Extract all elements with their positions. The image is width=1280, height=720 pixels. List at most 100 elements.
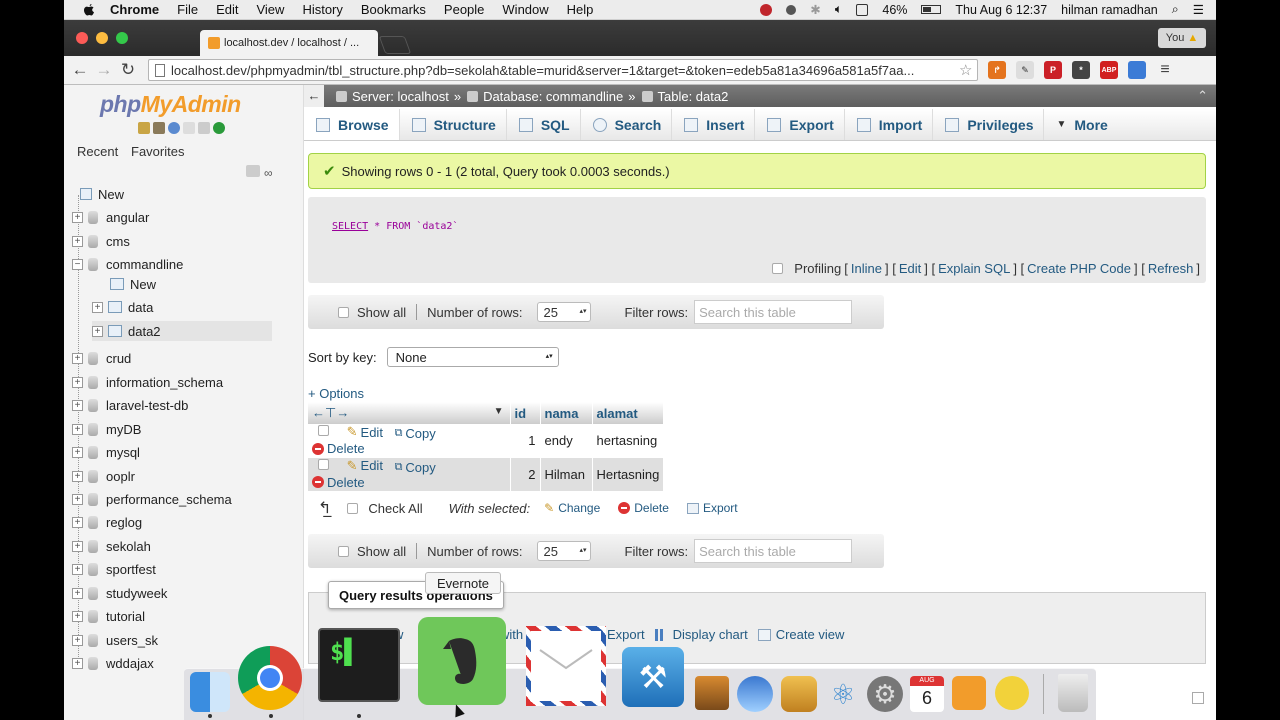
sidebar-db-performance-schema[interactable]: + performance_schema (72, 489, 232, 509)
collapse-all-icon[interactable] (246, 165, 260, 177)
airmail-icon[interactable] (526, 626, 606, 706)
expand-icon[interactable]: + (72, 470, 83, 482)
reload-button[interactable]: ↻ (116, 60, 140, 80)
show-all-checkbox[interactable] (338, 306, 349, 318)
display-icon[interactable] (856, 3, 869, 16)
system-preferences-icon[interactable]: ⚙ (867, 676, 903, 712)
tab-structure[interactable]: Structure (400, 109, 507, 140)
link-with-main-icon[interactable]: ∞ (264, 166, 273, 180)
sidebar-new-database[interactable]: New (80, 184, 124, 204)
expand-icon[interactable]: + (72, 610, 83, 622)
export-results-link[interactable]: Export (607, 627, 645, 642)
tab-sql[interactable]: SQL (507, 109, 581, 140)
coda-icon[interactable] (737, 676, 773, 712)
sidebar-db-mysql[interactable]: + mysql (72, 442, 140, 462)
create-php-code-link[interactable]: Create PHP Code (1027, 261, 1131, 276)
sql-select-keyword[interactable]: SELECT (332, 221, 368, 232)
new-tab-button[interactable] (378, 36, 412, 54)
status-icon[interactable] (786, 4, 797, 15)
tab-import[interactable]: Import (845, 109, 934, 140)
trash-icon[interactable] (1058, 674, 1088, 712)
sort-dropdown-icon[interactable]: ▼ (494, 406, 504, 417)
column-resize-icon[interactable]: ←⊤→ (312, 405, 349, 420)
edit-row-button[interactable]: ✎ Edit (347, 458, 383, 474)
evernote-icon[interactable] (418, 617, 506, 705)
bluetooth-icon[interactable]: ✱ (810, 2, 820, 17)
row-checkbox[interactable] (318, 458, 329, 470)
tab-favorites[interactable]: Favorites (128, 143, 187, 160)
expand-icon[interactable]: + (72, 516, 83, 528)
row-checkbox[interactable] (318, 425, 329, 436)
cell-alamat[interactable]: Hertasning (592, 457, 665, 491)
menu-help[interactable]: Help (567, 2, 594, 17)
edit-query-link[interactable]: Edit (899, 261, 921, 276)
edit-row-button[interactable]: ✎ Edit (347, 424, 383, 440)
logout-icon[interactable] (153, 122, 165, 134)
scroll-top-icon[interactable]: ⌃ (1197, 88, 1208, 104)
extension-pen-icon[interactable]: ✎ (1016, 61, 1034, 79)
bookmark-star-icon[interactable]: ☆ (959, 61, 977, 79)
show-all-label[interactable]: Show all (357, 305, 406, 320)
show-all-label[interactable]: Show all (357, 544, 406, 559)
volume-icon[interactable]: 🔈︎ (835, 2, 843, 17)
tab-search[interactable]: Search (581, 109, 673, 140)
sidebar-table-data2[interactable]: + data2 (92, 321, 272, 341)
menu-app-name[interactable]: Chrome (110, 2, 159, 17)
spotlight-icon[interactable]: ⌕ (1172, 2, 1179, 17)
chrome-menu-icon[interactable]: ≡ (1156, 61, 1174, 79)
swift-icon[interactable] (952, 676, 986, 710)
menu-file[interactable]: File (177, 2, 198, 17)
check-all-checkbox[interactable] (347, 502, 359, 514)
profile-button[interactable]: You ▲ (1158, 28, 1206, 48)
cell-nama[interactable]: endy (540, 424, 593, 458)
expand-icon[interactable]: + (72, 563, 83, 575)
tab-browse[interactable]: Browse (304, 109, 400, 140)
expand-icon[interactable]: + (72, 235, 83, 247)
expand-icon[interactable]: + (72, 493, 83, 505)
help-icon[interactable] (168, 122, 180, 134)
sidebar-db-wddajax[interactable]: + wddajax (72, 653, 154, 673)
breadcrumb-database[interactable]: Database: commandline » (467, 89, 636, 104)
tab-recent[interactable]: Recent (74, 143, 121, 160)
menu-view[interactable]: View (256, 2, 284, 17)
cell-id[interactable]: 2 (510, 457, 541, 491)
settings-icon[interactable] (198, 122, 210, 134)
sidebar-db-angular[interactable]: + angular (72, 207, 149, 227)
change-selected-button[interactable]: ✎ Change (544, 501, 600, 515)
url-text[interactable]: localhost.dev/phpmyadmin/tbl_structure.p… (171, 63, 959, 78)
breadcrumb-table[interactable]: Table: data2 (641, 89, 728, 104)
sidebar-db-users-sk[interactable]: + users_sk (72, 630, 158, 650)
sidebar-commandline-new[interactable]: New (110, 274, 156, 294)
expand-icon[interactable]: + (72, 587, 83, 599)
menu-people[interactable]: People (444, 2, 484, 17)
sidebar-db-commandline[interactable]: − commandline (72, 254, 183, 274)
clock[interactable]: Thu Aug 6 12:37 (955, 3, 1047, 17)
terminal-icon[interactable]: $▌ (318, 628, 400, 702)
page-info-icon[interactable] (155, 63, 165, 77)
cell-id[interactable]: 1 (510, 424, 541, 458)
refresh-link[interactable]: Refresh (1148, 261, 1194, 276)
expand-icon[interactable]: + (92, 325, 103, 337)
expand-icon[interactable]: + (72, 446, 83, 458)
sidebar-db-sportfest[interactable]: + sportfest (72, 559, 156, 579)
tab-more[interactable]: ▼ More (1044, 109, 1117, 140)
explain-sql-link[interactable]: Explain SQL (938, 261, 1010, 276)
calendar-icon[interactable]: AUG 6 (910, 676, 944, 712)
show-all-checkbox[interactable] (338, 545, 349, 557)
user-name[interactable]: hilman ramadhan (1061, 3, 1158, 17)
delete-row-button[interactable]: Delete (312, 441, 365, 456)
address-bar[interactable]: localhost.dev/phpmyadmin/tbl_structure.p… (148, 59, 978, 81)
puzzle-icon[interactable]: * (1072, 61, 1090, 79)
cyberduck-icon[interactable] (995, 676, 1029, 710)
finder-icon[interactable] (190, 672, 230, 712)
tab-export[interactable]: Export (755, 109, 845, 140)
sidebar-db-cms[interactable]: + cms (72, 231, 130, 251)
extension-arrow-icon[interactable]: ↱ (988, 61, 1006, 79)
sidebar-db-sekolah[interactable]: + sekolah (72, 536, 151, 556)
chrome-icon[interactable] (238, 646, 302, 710)
rows-select[interactable]: 25 (536, 541, 591, 561)
expand-icon[interactable]: + (72, 540, 83, 552)
sidebar-db-laravel-test-db[interactable]: + laravel-test-db (72, 395, 188, 415)
notification-center-icon[interactable]: ☰ (1193, 2, 1204, 17)
expand-icon[interactable]: + (72, 399, 83, 411)
